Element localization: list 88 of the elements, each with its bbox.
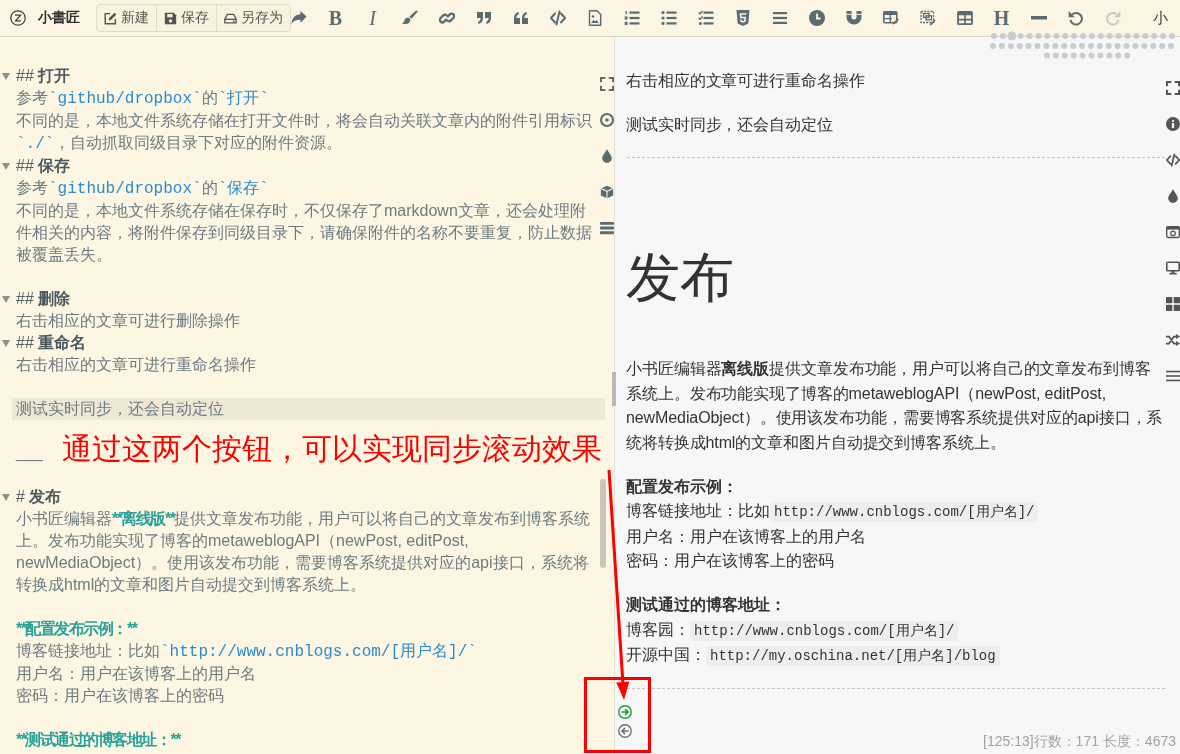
editor-line: 右击相应的文章可进行删除操作 [15, 311, 240, 331]
heading-button[interactable]: H [993, 8, 1010, 28]
annotation-text: 通过这两个按钮，可以实现同步滚动效果 [62, 431, 602, 467]
save-button[interactable]: 保存 [157, 5, 217, 31]
preview-text: 密码：用户在该博客上的密码 [626, 552, 834, 569]
opening-quote-icon[interactable] [512, 10, 529, 26]
italic-button[interactable]: I [369, 8, 376, 28]
editor-line: 密码：用户在该博客上的密码 [15, 686, 224, 706]
camera-icon[interactable] [1166, 225, 1180, 239]
new-button[interactable]: 新建 [97, 5, 157, 31]
fold-caret-icon[interactable] [2, 73, 10, 80]
share-arrow-icon[interactable] [290, 10, 307, 26]
preview-text: 博客链接地址：比如 [626, 502, 770, 519]
preview-paragraph: 测试实时同步，还会自动定位 [626, 115, 833, 135]
arrow-circle-left-icon[interactable] [618, 724, 632, 738]
checklist-icon[interactable] [697, 10, 714, 26]
minus-icon[interactable] [1030, 16, 1047, 20]
fold-caret-icon[interactable] [2, 494, 10, 501]
preview-heading: 发布 [626, 245, 734, 309]
preview-text: 博客园： [626, 620, 690, 638]
inline-code: http://my.oschina.net/[用户名]/blog [706, 646, 1000, 666]
preview-paragraph: 小书匠编辑器离线版提供文章发布功能，用户可以将自己的文章发布到博客系统上。发布功能实现了博客的metaweblogAPI（newPost, editPost, newMediaObject）。使用该发布功能，需要博客系统提供对应的api接口，系统将转换成html的文章和图片自动提交到博客系统上。 [626, 359, 1164, 453]
fullscreen-icon[interactable] [600, 77, 614, 91]
ring-icon[interactable] [600, 113, 614, 127]
drop-icon[interactable] [600, 149, 614, 163]
splitter-handle[interactable] [612, 372, 616, 406]
fold-caret-icon[interactable] [2, 296, 10, 303]
editor-line: **配置发布示例：** [15, 619, 137, 639]
bullet-list-icon[interactable] [660, 10, 677, 26]
stack-icon[interactable] [600, 221, 614, 235]
numbered-list-icon[interactable] [623, 10, 640, 26]
heading-line: ## 保存 [15, 156, 71, 176]
editor-line: 用户名：用户在该博客上的用户名 [15, 664, 256, 684]
editor-line: 参考`github/dropbox`的`保存` [15, 178, 269, 200]
table-icon[interactable] [956, 10, 973, 26]
menu-label[interactable]: 小 [1153, 8, 1168, 28]
image-file-icon[interactable] [586, 10, 603, 26]
clock-icon[interactable] [808, 10, 825, 26]
editor-line: 小书匠编辑器**离线版**提供文章发布功能，用户可以将自己的文章发布到博客系统上。发布功能实现了博客的metaweblogAPI（newPost, editPost, newMediaObject）。使用该发布功能，需要博客系统提供对应的api接口，系统将转换成html的文章和图片自动提交到博客系统上。 [15, 509, 592, 595]
drive-icon [224, 11, 237, 25]
info-icon[interactable] [1166, 117, 1180, 131]
editor-line: 不同的是，本地文件系统存储在打开文件时，将会自动关联文章内的附件引用标识 `./`，自动抓取同级目录下对应的附件资源。 [15, 111, 593, 155]
edit-icon [104, 11, 117, 25]
monitor-icon[interactable] [1166, 261, 1180, 275]
shuffle-icon[interactable] [1166, 333, 1180, 347]
editor-line: 博客链接地址：比如`http://www.cnblogs.com/[用户名]/` [15, 641, 477, 663]
preview-text: 测试通过的博客地址： [626, 596, 786, 613]
heading-line: ## 打开 [15, 66, 71, 86]
editor-line: 右击相应的文章可进行重命名操作 [15, 355, 256, 375]
fold-caret-icon[interactable] [2, 163, 10, 170]
inline-code: http://www.cnblogs.com/[用户名]/ [690, 620, 959, 641]
fullscreen-icon[interactable] [1166, 81, 1180, 95]
closing-quote-icon[interactable] [475, 10, 492, 26]
shield-icon[interactable] [734, 10, 751, 26]
preview-text: 开源中国： [626, 646, 706, 663]
table-pencil-icon[interactable] [882, 10, 899, 26]
grid-icon[interactable] [1166, 297, 1180, 311]
save-as-button[interactable]: 另存为 [217, 5, 290, 31]
heading-line: ## 删除 [15, 289, 71, 309]
editor-line: **测试通过的博客地址：** [15, 730, 180, 750]
status-text: [125:13]行数：171 长度：4673 [983, 733, 1176, 751]
editor-line: ___ [14, 443, 43, 464]
arrow-circle-right-icon[interactable] [618, 705, 632, 719]
inline-code: http://www.cnblogs.com/[用户名]/ [770, 502, 1039, 522]
bold-button[interactable]: B [328, 8, 343, 28]
heading-line: ## 重命名 [15, 333, 87, 353]
preview-text: 用户名：用户在该博客上的用户名 [626, 527, 866, 545]
image-pencil-icon[interactable] [919, 10, 936, 26]
scrollbar-thumb[interactable] [600, 479, 606, 568]
list-icon[interactable] [1166, 369, 1180, 383]
preview-text: 配置发布示例： [626, 477, 738, 495]
logo-icon [10, 10, 26, 26]
heading-line: # 发布 [15, 487, 62, 507]
fold-caret-icon[interactable] [2, 340, 10, 347]
app-name: 小書匠 [38, 9, 80, 27]
editor-line: 参考`github/dropbox`的`打开` [15, 88, 269, 110]
save-icon [164, 11, 177, 25]
code-icon[interactable] [549, 10, 566, 26]
preview-paragraph: 右击相应的文章可进行重命名操作 [626, 71, 865, 91]
cube-icon[interactable] [600, 185, 614, 199]
code-icon[interactable] [1166, 153, 1180, 167]
undo-icon[interactable] [1067, 10, 1084, 26]
paintbrush-icon[interactable] [401, 10, 418, 26]
link-icon[interactable] [438, 10, 455, 26]
magnet-icon[interactable] [845, 10, 862, 26]
hamburger-icon[interactable] [771, 10, 788, 26]
editor-line: 不同的是，本地文件系统存储在保存时，不仅保存了markdown文章，还会处理附件相关的内容，将附件保存到同级目录下，请确保附件的名称不要重复，防止数据被覆盖丢失。 [15, 201, 593, 265]
drop-icon[interactable] [1166, 189, 1180, 203]
